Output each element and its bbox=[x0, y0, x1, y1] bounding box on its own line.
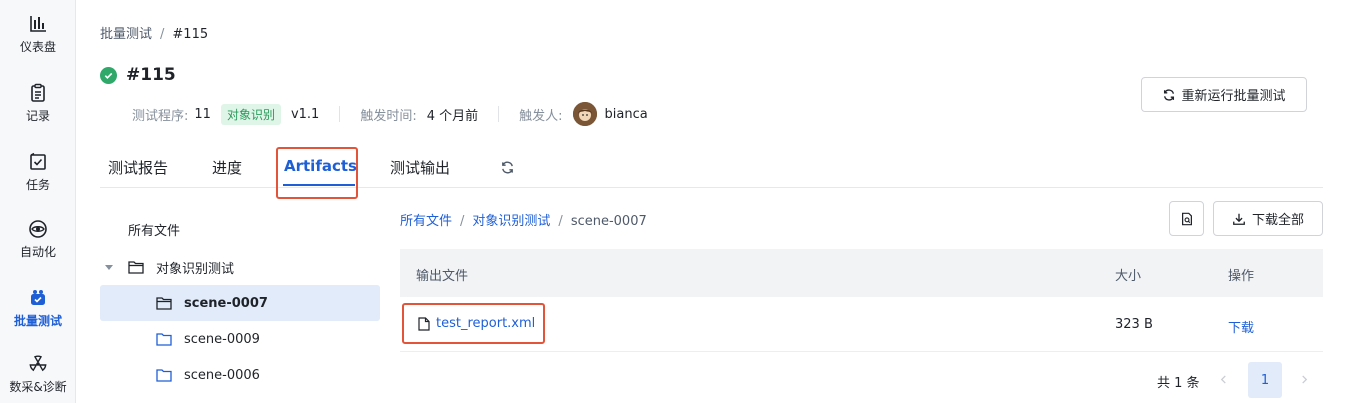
pagination-page-1[interactable]: 1 bbox=[1248, 362, 1282, 398]
tree-root[interactable]: 所有文件 bbox=[128, 220, 180, 239]
chevron-left-icon[interactable] bbox=[1219, 375, 1228, 384]
file-preview-button[interactable] bbox=[1169, 201, 1204, 236]
file-icon bbox=[418, 316, 430, 331]
trigger-time-value: 4 个月前 bbox=[426, 108, 479, 124]
caret-down-icon[interactable] bbox=[104, 262, 114, 272]
file-name: test_report.xml bbox=[436, 316, 536, 331]
nav-label-batch-test: 批量测试 bbox=[13, 314, 62, 328]
folder-icon bbox=[156, 333, 172, 346]
nav-item-records[interactable]: 记录 bbox=[0, 83, 76, 124]
breadcrumb-separator: / bbox=[160, 27, 165, 42]
download-all-button[interactable]: 下载全部 bbox=[1213, 201, 1323, 236]
breadcrumb-separator: / bbox=[460, 214, 465, 229]
file-size: 323 B bbox=[1115, 317, 1153, 332]
files-breadcrumb: 所有文件 / 对象识别测试 / scene-0007 bbox=[400, 210, 647, 229]
folder-open-icon bbox=[128, 261, 144, 274]
download-link[interactable]: 下载 bbox=[1228, 317, 1254, 336]
rerun-batch-test-button[interactable]: 重新运行批量测试 bbox=[1141, 77, 1307, 112]
nav-item-tasks[interactable]: 任务 bbox=[0, 152, 76, 193]
tree-item-scene-0007[interactable]: scene-0007 bbox=[100, 285, 380, 321]
tree-folder-object-recognition[interactable]: 对象识别测试 bbox=[100, 249, 380, 285]
tab-test-report[interactable]: 测试报告 bbox=[108, 157, 168, 178]
trigger-time-label: 触发时间: bbox=[360, 108, 417, 124]
tab-test-output[interactable]: 测试输出 bbox=[390, 157, 450, 178]
success-check-icon bbox=[100, 66, 117, 84]
tree-item-label: scene-0009 bbox=[184, 331, 260, 347]
tree-item-scene-0009[interactable]: scene-0009 bbox=[100, 321, 380, 357]
files-table-header: 输出文件 大小 操作 bbox=[400, 249, 1323, 297]
nav-item-batch-test[interactable]: 批量测试 bbox=[0, 288, 76, 329]
breadcrumb: 批量测试 / #115 bbox=[100, 23, 208, 42]
meta-divider bbox=[498, 106, 500, 122]
table-row: test_report.xml 323 B 下载 bbox=[400, 297, 1323, 352]
files-breadcrumb-root[interactable]: 所有文件 bbox=[400, 214, 452, 229]
nav-item-diagnostics[interactable]: 数采&诊断 bbox=[0, 354, 76, 395]
tree-item-scene-0006[interactable]: scene-0006 bbox=[100, 357, 380, 393]
download-icon bbox=[1233, 213, 1245, 225]
nav-label-tasks: 任务 bbox=[25, 178, 50, 192]
chevron-right-icon[interactable] bbox=[1300, 375, 1309, 384]
refresh-icon bbox=[1164, 88, 1175, 101]
breadcrumb-current: #115 bbox=[172, 27, 209, 42]
task-check-icon bbox=[30, 152, 46, 170]
page-title: #115 bbox=[126, 65, 176, 85]
meta-divider bbox=[339, 106, 341, 122]
radiation-icon bbox=[29, 355, 47, 372]
file-name-link[interactable]: test_report.xml bbox=[402, 303, 545, 344]
files-breadcrumb-current: scene-0007 bbox=[570, 214, 647, 229]
nav-item-automation[interactable]: 自动化 bbox=[0, 219, 76, 260]
batch-test-icon bbox=[31, 290, 45, 305]
column-header-name: 输出文件 bbox=[416, 269, 469, 284]
bar-chart-icon bbox=[30, 16, 46, 32]
tab-bar: 测试报告 进度 Artifacts 测试输出 bbox=[100, 147, 1323, 199]
column-header-action: 操作 bbox=[1228, 269, 1255, 284]
run-meta: 测试程序: 11 对象识别 v1.1 触发时间: 4 个月前 触发人: bian… bbox=[132, 102, 648, 126]
download-all-label: 下载全部 bbox=[1251, 213, 1304, 228]
refresh-tabs-icon[interactable] bbox=[500, 160, 515, 175]
program-version: v1.1 bbox=[290, 106, 320, 122]
app-root: 仪表盘 记录 任务 自动化 批量测试 数采&诊断 批量测试 / #115 #11… bbox=[0, 0, 1345, 403]
tree-item-label: scene-0006 bbox=[184, 367, 260, 383]
file-search-icon bbox=[1181, 212, 1192, 225]
breadcrumb-parent[interactable]: 批量测试 bbox=[100, 27, 152, 42]
rerun-button-label: 重新运行批量测试 bbox=[1181, 89, 1286, 104]
avatar bbox=[572, 102, 597, 126]
tab-progress[interactable]: 进度 bbox=[212, 157, 242, 178]
nav-label-records: 记录 bbox=[25, 109, 50, 123]
tree-item-label: scene-0007 bbox=[184, 295, 268, 311]
files-breadcrumb-folder[interactable]: 对象识别测试 bbox=[472, 214, 550, 229]
trigger-user-label: 触发人: bbox=[519, 108, 563, 124]
program-tag: 对象识别 bbox=[220, 103, 281, 125]
trigger-user-value: bianca bbox=[604, 106, 648, 122]
pagination-total: 共 1 条 bbox=[1157, 376, 1200, 391]
tree-folder-label: 对象识别测试 bbox=[156, 261, 235, 277]
folder-open-icon bbox=[156, 297, 172, 310]
column-header-size: 大小 bbox=[1115, 269, 1142, 284]
nav-label-automation: 自动化 bbox=[19, 245, 56, 259]
left-nav: 仪表盘 记录 任务 自动化 批量测试 数采&诊断 bbox=[0, 0, 76, 403]
clipboard-icon bbox=[31, 83, 45, 102]
nav-label-dashboard: 仪表盘 bbox=[19, 40, 56, 54]
program-label: 测试程序: bbox=[132, 108, 189, 124]
automation-eye-icon bbox=[29, 220, 47, 238]
folder-icon bbox=[156, 369, 172, 382]
nav-item-dashboard[interactable]: 仪表盘 bbox=[0, 14, 76, 55]
page-header: #115 bbox=[100, 65, 176, 85]
nav-label-diagnostics: 数采&诊断 bbox=[9, 380, 67, 394]
tab-highlight-box bbox=[276, 147, 358, 199]
breadcrumb-separator: / bbox=[558, 214, 563, 229]
program-id: 11 bbox=[194, 106, 211, 122]
